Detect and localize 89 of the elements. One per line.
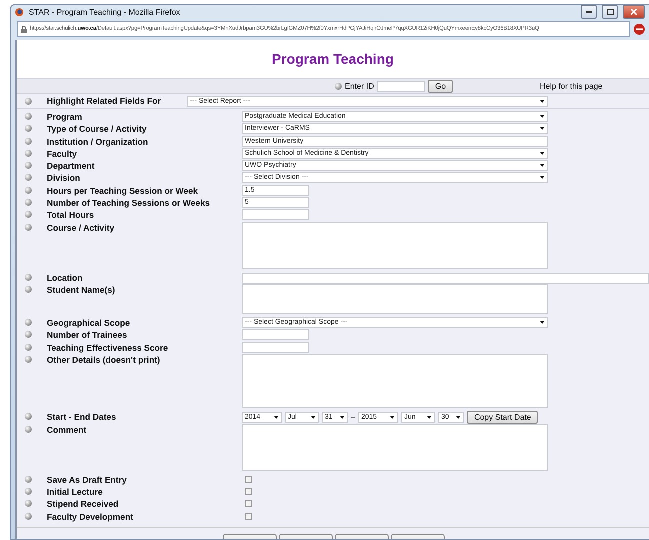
field-label: Faculty Development (47, 510, 134, 523)
bullet-icon (25, 412, 32, 420)
dropdown-caret-icon (540, 100, 545, 102)
text-area[interactable] (242, 284, 548, 314)
bullet-icon (25, 211, 32, 218)
field-label: Program (47, 111, 84, 123)
bullet-icon (335, 82, 342, 90)
field-label: Division (47, 172, 82, 184)
dropdown-caret-icon (540, 115, 545, 118)
field-label: Other Details (doesn't print) (47, 354, 162, 366)
bullet-icon (25, 512, 32, 520)
dropdown-caret-icon (311, 416, 316, 419)
lock-icon (21, 26, 27, 32)
field-label: Comment (47, 424, 88, 436)
field-label: Student Name(s) (47, 284, 116, 296)
text-area[interactable] (242, 354, 548, 408)
bullet-icon (25, 356, 32, 363)
bullet-icon (25, 318, 32, 326)
window-title: STAR - Program Teaching - Mozilla Firefox (29, 8, 182, 16)
bullet-icon (25, 500, 32, 508)
go-button[interactable]: Go (428, 80, 454, 92)
bullet-icon (25, 476, 32, 483)
field-label: Start - End Dates (47, 410, 118, 423)
help-link[interactable]: Help for this page (540, 82, 603, 90)
bullet-icon (25, 150, 32, 157)
field-label: Stipend Received (47, 498, 120, 510)
dropdown-caret-icon (340, 416, 345, 419)
bullet-icon (25, 138, 32, 145)
field-label: Location (47, 272, 84, 284)
bullet-icon (25, 125, 32, 132)
text-area[interactable] (242, 222, 548, 269)
checkbox[interactable] (245, 512, 252, 520)
dropdown-caret-icon (540, 176, 545, 180)
dropdown-caret-icon (390, 416, 396, 419)
bullet-icon (25, 113, 32, 120)
bullet-icon (25, 286, 32, 293)
field-label: Department (47, 160, 96, 172)
bullet-icon (25, 488, 32, 496)
firefox-icon (15, 8, 24, 16)
field-label: Course / Activity (47, 222, 116, 234)
field-label: Number of Trainees (47, 329, 128, 342)
text-area[interactable] (242, 424, 548, 471)
dropdown-caret-icon (456, 416, 462, 419)
checkbox[interactable] (245, 476, 252, 483)
close-button[interactable] (623, 5, 645, 19)
bullet-icon (25, 186, 32, 194)
bullet-icon (25, 199, 32, 206)
text-input-field[interactable] (242, 209, 309, 220)
bullet-icon (25, 426, 32, 433)
dropdown-caret-icon (274, 416, 279, 419)
bullet-icon (25, 162, 32, 170)
stop-sign-icon[interactable] (634, 24, 645, 34)
maximize-icon (606, 9, 614, 15)
enter-id-label: Enter ID (345, 82, 374, 90)
field-label: Total Hours (47, 209, 96, 222)
text-input-field[interactable] (242, 272, 649, 284)
checkbox[interactable] (245, 500, 252, 508)
field-label: Initial Lecture (47, 486, 104, 498)
id-input-field[interactable] (377, 80, 426, 92)
field-label: Number of Teaching Sessions or Weeks (47, 197, 212, 210)
bullet-icon (25, 224, 32, 231)
field-label: Highlight Related Fields For (47, 95, 162, 107)
dropdown-caret-icon (427, 416, 432, 419)
field-label: Save As Draft Entry (47, 474, 128, 486)
minimize-icon (586, 11, 592, 13)
field-label: Type of Course / Activity (47, 123, 148, 136)
dropdown-caret-icon (540, 164, 545, 168)
maximize-button[interactable] (602, 5, 618, 19)
bullet-icon (25, 174, 32, 182)
date-separator: – (351, 412, 356, 422)
text-input-field[interactable] (242, 329, 309, 340)
text-input-field[interactable] (242, 342, 309, 353)
close-icon (631, 9, 637, 15)
field-label: Hours per Teaching Session or Week (47, 184, 200, 197)
page-title: Program Teaching (272, 51, 394, 67)
field-label: Institution / Organization (47, 136, 150, 148)
minimize-button[interactable] (581, 5, 597, 19)
bullet-icon (25, 274, 32, 281)
field-label: Geographical Scope (47, 316, 132, 329)
copy-start-date-button[interactable]: Copy Start Date (467, 410, 538, 424)
dropdown-caret-icon (540, 320, 545, 324)
bullet-icon (25, 331, 32, 338)
field-label: Faculty (47, 148, 78, 160)
bullet-icon (25, 344, 32, 351)
dropdown-caret-icon (540, 152, 545, 155)
field-label: Teaching Effectiveness Score (47, 342, 170, 354)
dropdown-caret-icon (540, 127, 545, 130)
checkbox[interactable] (245, 488, 252, 496)
bullet-icon (25, 98, 32, 104)
